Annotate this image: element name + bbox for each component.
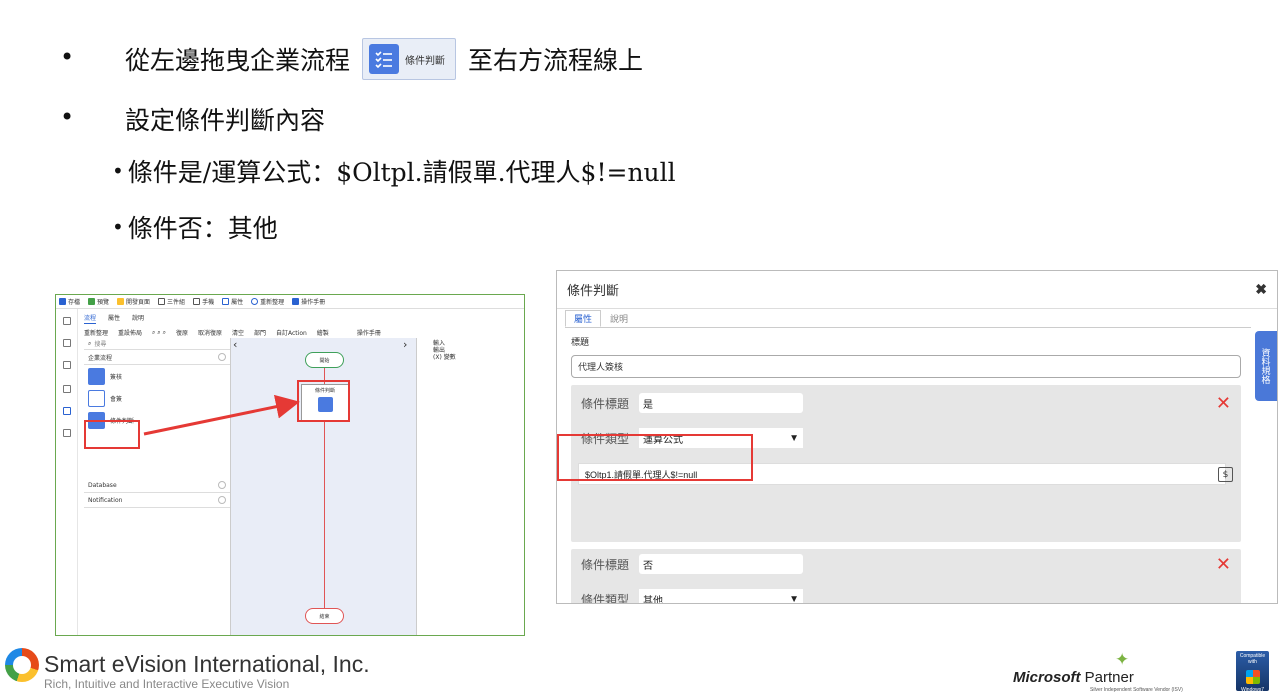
dialog-title: 條件判斷 <box>567 283 620 298</box>
cond-type-row: 條件類型 其他 ▼ <box>581 589 803 604</box>
cond-title-label: 條件標題 <box>581 396 630 411</box>
title-input[interactable]: 代理人簽核 <box>571 355 1241 378</box>
dropdown-icon: ▼ <box>789 432 799 444</box>
company-tagline: Rich, Intuitive and Interactive Executiv… <box>44 677 290 691</box>
cond-type-label: 條件類型 <box>581 592 630 604</box>
chip-label: 條件判斷 <box>405 55 446 67</box>
bullet-text: 設定條件判斷內容 <box>125 106 326 135</box>
cond-title-value: 否 <box>643 560 653 572</box>
sub-bullet-no: • 條件否：其他 <box>112 209 278 245</box>
drag-arrow <box>143 394 300 436</box>
cond-title-input[interactable]: 是 <box>639 393 803 413</box>
ms-brand: Microsoft <box>1013 669 1081 686</box>
ms-partner-label: Partner <box>1084 669 1134 686</box>
win-badge-top: Compatible with <box>1239 653 1266 665</box>
formula-editor-icon[interactable]: $ <box>1218 467 1233 482</box>
delete-icon[interactable]: ✕ <box>1216 393 1231 414</box>
title-label: 標題 <box>571 337 590 347</box>
checklist-icon <box>369 44 400 74</box>
flow-designer-screenshot: 存檔 預覽 開發頁面 三件組 手機 屬性 重新整理 操作手冊 流程 屬性 說明 … <box>55 294 525 636</box>
cond-title-input[interactable]: 否 <box>639 554 803 574</box>
bullet-text: 至右方流程線上 <box>468 46 644 75</box>
tab-property[interactable]: 屬性 <box>565 310 602 327</box>
ms-partner-sub: Silver Independent Software Vendor (ISV) <box>1090 687 1183 693</box>
side-tab-label: 資料規格 <box>1260 348 1271 384</box>
delete-icon[interactable]: ✕ <box>1216 554 1231 575</box>
bullet-text: 從左邊拖曳企業流程 <box>125 46 351 75</box>
dialog-tabs: 屬性 說明 <box>565 310 637 327</box>
dialog-header: 條件判斷 ✖ <box>557 271 1277 309</box>
sub-bullet-marker: • <box>112 215 124 239</box>
condition-no-block: 條件標題 否 ✕ 條件類型 其他 ▼ <box>571 549 1241 604</box>
cond-title-row: 條件標題 否 <box>581 554 803 574</box>
title-value: 代理人簽核 <box>578 362 624 372</box>
cond-title-row: 條件標題 是 <box>581 393 803 413</box>
data-spec-tab[interactable]: 資料規格 <box>1255 331 1277 401</box>
partner-logo-icon: ✦ <box>1115 650 1130 670</box>
bullet-set-condition: 設定條件判斷內容 <box>125 101 325 137</box>
dropdown-icon: ▼ <box>789 593 799 604</box>
cond-title-value: 是 <box>643 399 653 411</box>
windows7-badge: Compatible with Windows7 <box>1236 651 1269 693</box>
sub-bullet-text: 條件是/運算公式：$Oltpl.請假單.代理人$!=null <box>127 158 676 187</box>
bullet-drag-instruction: 從左邊拖曳企業流程 條件判斷 至右方流程線上 <box>125 38 643 80</box>
close-icon[interactable]: ✖ <box>1255 281 1267 298</box>
company-name: Smart eVision International, Inc. <box>44 651 370 677</box>
formula-highlight <box>557 434 753 481</box>
bullet-marker: • <box>60 43 75 71</box>
sub-bullet-text: 條件否：其他 <box>127 214 278 243</box>
condition-chip: 條件判斷 <box>362 38 457 80</box>
tab-description[interactable]: 說明 <box>601 310 637 327</box>
cond-title-label: 條件標題 <box>581 557 630 572</box>
windows-flag-icon <box>1245 670 1260 684</box>
cond-type-select[interactable]: 其他 ▼ <box>639 589 803 604</box>
sub-bullet-marker: • <box>112 159 124 183</box>
cond-type-value: 其他 <box>643 595 663 604</box>
sub-bullet-yes: • 條件是/運算公式：$Oltpl.請假單.代理人$!=null <box>112 153 676 189</box>
win-badge-bottom: Windows7 <box>1240 687 1265 693</box>
bullet-marker: • <box>60 103 75 131</box>
company-logo-center <box>13 656 31 674</box>
microsoft-partner: Microsoft Partner <box>1013 669 1134 686</box>
